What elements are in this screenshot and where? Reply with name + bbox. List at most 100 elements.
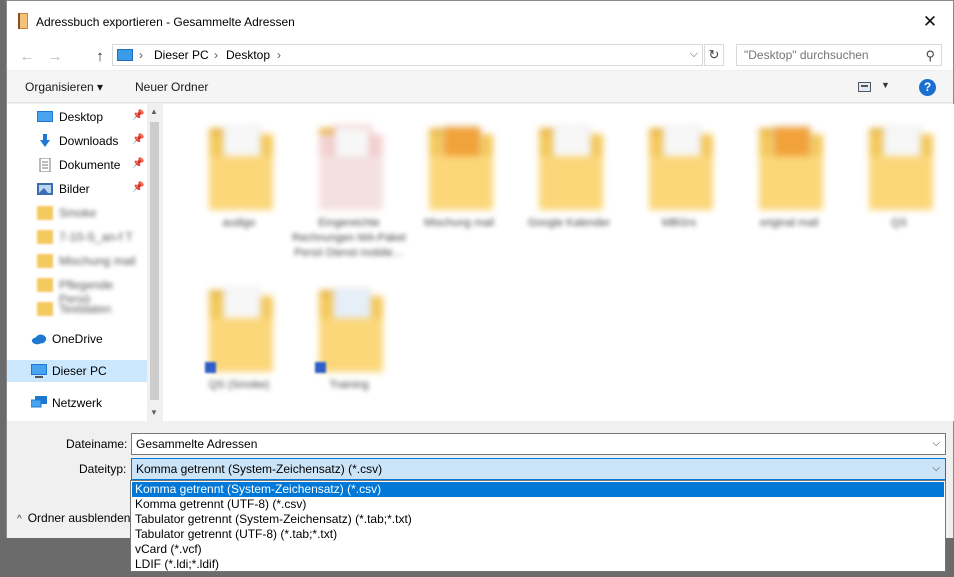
pictures-icon	[37, 183, 53, 195]
scrollbar-thumb[interactable]	[150, 122, 159, 400]
sidebar-item-folder[interactable]: Pflegende Persö	[7, 274, 147, 306]
filetype-option[interactable]: vCard (*.vcf)	[132, 542, 944, 557]
this-pc-icon	[31, 364, 47, 378]
filetype-option[interactable]: Komma getrennt (System-Zeichensatz) (*.c…	[132, 482, 944, 497]
pin-icon[interactable]: 📌	[132, 110, 144, 121]
folder-shortcut-icon	[319, 288, 383, 372]
sidebar-item-downloads[interactable]: Downloads 📌	[7, 130, 147, 152]
pdf-folder-icon	[319, 126, 383, 210]
refresh-button[interactable]: ↻	[704, 44, 724, 66]
folder-icon	[209, 126, 273, 210]
sidebar-item-desktop[interactable]: Desktop 📌	[7, 106, 147, 128]
file-name: QS (Smoke)	[208, 379, 270, 391]
address-bar[interactable]: › Dieser PC › Desktop › ⌵	[112, 44, 703, 66]
file-name: Mischung mail	[423, 217, 495, 229]
chevron-down-icon[interactable]: ⌵	[932, 463, 940, 474]
help-button[interactable]: ?	[919, 79, 936, 96]
hide-folders-button[interactable]: ^ Ordner ausblenden	[17, 511, 130, 525]
sidebar-item-label: Dieser PC	[52, 364, 107, 378]
sidebar-item-label: OneDrive	[52, 332, 103, 346]
sidebar-item-documents[interactable]: Dokumente 📌	[7, 154, 147, 176]
chevron-down-icon[interactable]: ⌵	[932, 438, 940, 449]
view-options-icon[interactable]	[858, 82, 871, 92]
sidebar-item-folder[interactable]: Smoke	[7, 202, 147, 224]
sidebar-item-label: Bilder	[59, 182, 90, 196]
title-bar: Adressbuch exportieren - Gesammelte Adre…	[7, 1, 953, 42]
new-folder-button[interactable]: Neuer Ordner	[135, 80, 208, 94]
scroll-down-icon[interactable]: ▼	[150, 408, 158, 417]
breadcrumb-desktop[interactable]: Desktop	[226, 48, 270, 62]
back-button[interactable]: ←	[16, 46, 38, 66]
sidebar-item-label: Desktop	[59, 110, 104, 124]
pin-icon[interactable]: 📌	[132, 158, 144, 169]
breadcrumb-separator: ›	[214, 48, 218, 62]
filetype-dropdown-list: Komma getrennt (System-Zeichensatz) (*.c…	[130, 480, 946, 572]
folder-icon	[759, 126, 823, 210]
folder-icon	[37, 254, 53, 268]
sidebar-item-folder[interactable]: 7-10-S_an-f T	[7, 226, 147, 248]
shortcut-arrow-icon	[315, 362, 326, 373]
search-input[interactable]	[744, 48, 914, 62]
folder-icon	[37, 206, 53, 220]
shortcut-arrow-icon	[205, 362, 216, 373]
file-item[interactable]: MBGrs	[619, 112, 719, 262]
file-item[interactable]: Google Kalender	[509, 112, 610, 262]
file-name: MBGrs	[661, 217, 697, 229]
sidebar-item-onedrive[interactable]: OneDrive	[7, 328, 147, 350]
file-item[interactable]: QS (Smoke)	[179, 274, 279, 421]
sidebar-item-folder[interactable]: Mischung mail	[7, 250, 147, 272]
scroll-up-icon[interactable]: ▲	[150, 107, 158, 116]
chevron-up-icon: ^	[17, 514, 22, 525]
sidebar-item-label: 7-10-S_an-f T	[59, 230, 133, 244]
cloud-icon	[31, 334, 47, 345]
close-button[interactable]: ✕	[907, 1, 953, 42]
file-item[interactable]: Training	[289, 274, 389, 421]
file-item[interactable]: original mail	[729, 112, 829, 262]
this-pc-icon	[117, 49, 133, 61]
breadcrumb-this-pc[interactable]: Dieser PC	[154, 48, 209, 62]
sidebar-item-pictures[interactable]: Bilder 📌	[7, 178, 147, 200]
pin-icon[interactable]: 📌	[132, 182, 144, 193]
filetype-option[interactable]: LDIF (*.ldi;*.ldif)	[132, 557, 944, 572]
filetype-value: Komma getrennt (System-Zeichensatz) (*.c…	[136, 462, 383, 476]
file-item[interactable]: QS	[839, 112, 939, 262]
file-item[interactable]: Mischung mail	[399, 112, 499, 262]
filename-combobox[interactable]: ⌵	[131, 433, 946, 455]
chevron-down-icon[interactable]: ⌵	[690, 48, 698, 61]
filename-input[interactable]	[136, 437, 916, 451]
folder-icon	[539, 126, 603, 210]
file-item[interactable]: Eingereichte Rechnungen MA-Paket Persö D…	[289, 112, 406, 262]
folder-icon	[869, 126, 933, 210]
sidebar-item-this-pc[interactable]: Dieser PC	[7, 360, 147, 382]
search-box[interactable]: ⚲	[736, 44, 942, 66]
command-bar: Organisieren ▾ Neuer Ordner ▼ ?	[7, 71, 953, 103]
filetype-label: Dateityp:	[79, 462, 127, 476]
sidebar-item-folder[interactable]: Textdaten	[7, 298, 147, 320]
sidebar-item-label: Smoke	[59, 206, 97, 220]
window-title: Adressbuch exportieren - Gesammelte Adre…	[36, 15, 295, 29]
file-name: original mail	[759, 217, 819, 229]
navigation-pane-scrollbar[interactable]: ▲ ▼	[147, 104, 162, 421]
sidebar-item-network[interactable]: Netzwerk	[7, 392, 147, 414]
chevron-down-icon[interactable]: ▼	[881, 80, 890, 90]
search-icon[interactable]: ⚲	[925, 48, 935, 64]
up-button[interactable]: ↑	[89, 46, 111, 66]
sidebar-item-label: Textdaten	[59, 302, 112, 316]
forward-button[interactable]: →	[44, 46, 66, 66]
sidebar-item-label: Mischung mail	[59, 254, 136, 268]
desktop-icon	[37, 111, 53, 122]
filetype-option[interactable]: Tabulator getrennt (System-Zeichensatz) …	[132, 512, 944, 527]
filetype-option[interactable]: Komma getrennt (UTF-8) (*.csv)	[132, 497, 944, 512]
filetype-option[interactable]: Tabulator getrennt (UTF-8) (*.tab;*.txt)	[132, 527, 944, 542]
file-item[interactable]: audigo	[179, 112, 279, 262]
folder-icon	[37, 278, 53, 292]
folder-icon	[429, 126, 493, 210]
breadcrumb-separator: ›	[277, 48, 281, 62]
sidebar-item-label: Dokumente	[59, 158, 121, 172]
folder-shortcut-icon	[209, 288, 273, 372]
breadcrumb-separator: ›	[139, 48, 143, 62]
folder-icon	[37, 230, 53, 244]
pin-icon[interactable]: 📌	[132, 134, 144, 145]
filetype-select[interactable]: Komma getrennt (System-Zeichensatz) (*.c…	[131, 458, 946, 480]
organize-button[interactable]: Organisieren ▾	[25, 80, 103, 94]
